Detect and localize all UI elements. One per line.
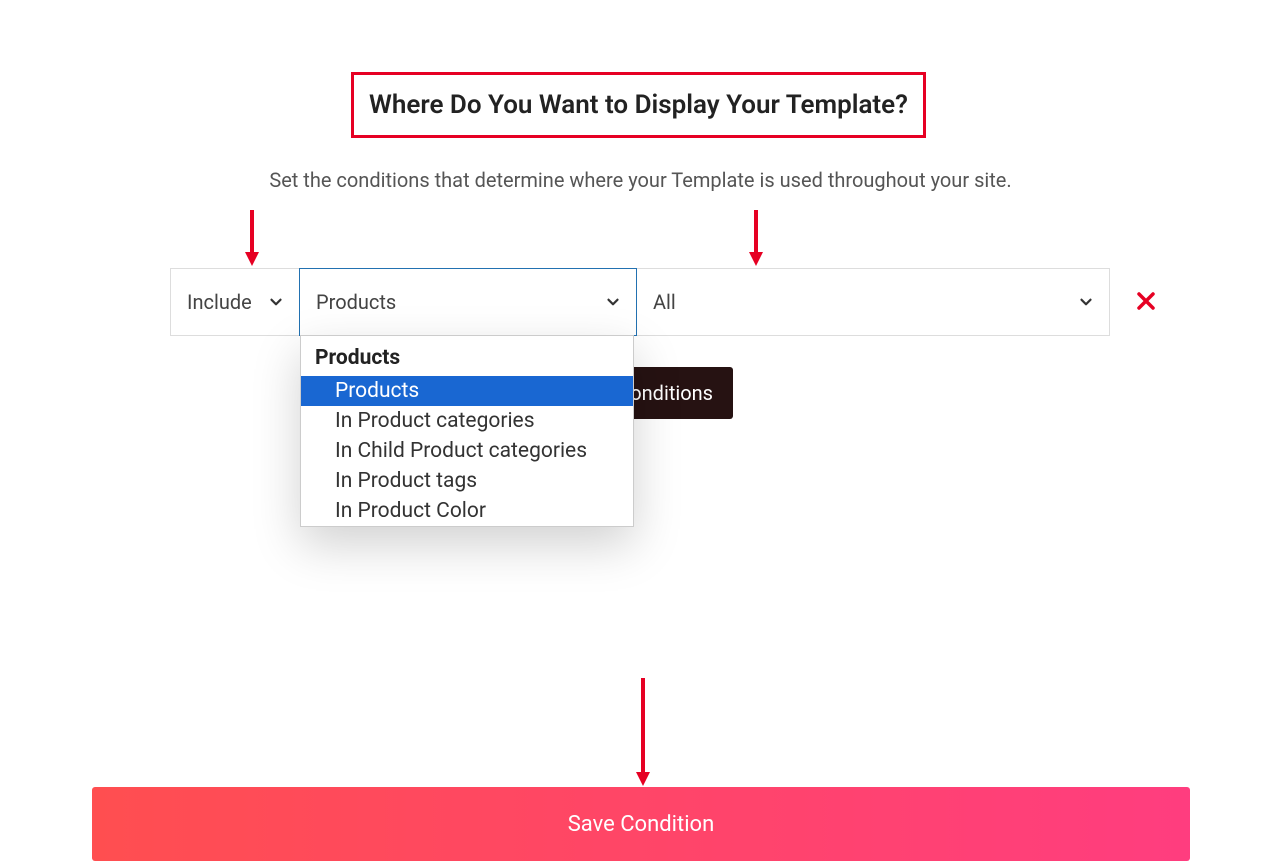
chevron-down-icon [1077,293,1095,311]
chevron-down-icon [604,293,622,311]
annotation-arrow-icon [245,210,259,268]
dropdown-item[interactable]: In Product Color [301,496,633,526]
target-select-label: All [653,290,676,314]
dropdown-item[interactable]: In Product categories [301,406,633,436]
annotation-arrow-icon [749,210,763,268]
page-subtitle: Set the conditions that determine where … [0,168,1281,192]
dropdown-group-header: Products [301,336,633,376]
close-icon [1134,298,1158,317]
save-condition-button[interactable]: Save Condition [92,787,1190,861]
include-select[interactable]: Include [171,269,299,335]
heading-highlight-box: Where Do You Want to Display Your Templa… [351,72,926,138]
type-select[interactable]: Products [299,268,637,336]
dropdown-item[interactable]: In Child Product categories [301,436,633,466]
annotation-arrow-icon [636,678,650,788]
page-title: Where Do You Want to Display Your Templa… [369,90,908,120]
target-select[interactable]: All [637,269,1109,335]
include-select-label: Include [187,290,252,314]
chevron-down-icon [267,293,285,311]
type-dropdown: Products ProductsIn Product categoriesIn… [300,335,634,527]
save-button-label: Save Condition [568,812,715,837]
dropdown-item[interactable]: Products [301,376,633,406]
condition-row: Include Products All [170,268,1110,336]
add-conditions-label: onditions [630,381,713,405]
remove-condition-button[interactable] [1134,289,1158,313]
dropdown-item[interactable]: In Product tags [301,466,633,496]
type-select-label: Products [316,290,396,314]
